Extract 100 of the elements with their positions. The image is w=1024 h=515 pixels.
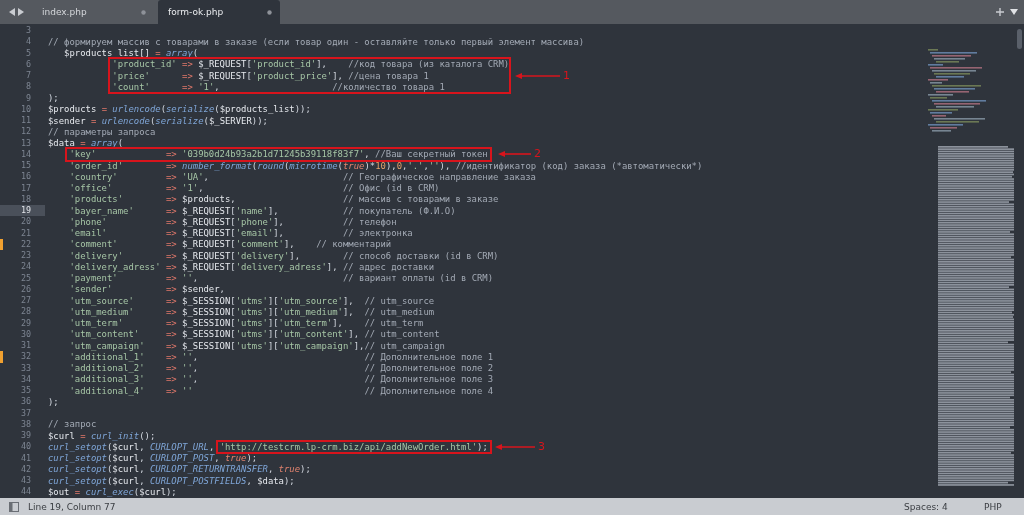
code-line: $out = curl_exec($curl); — [48, 486, 177, 497]
line-number: 5 — [25, 47, 31, 59]
line-number: 9 — [25, 92, 31, 104]
code-line: curl_setopt($curl, CURLOPT_POST, true); — [48, 453, 258, 464]
code-line: 'additional_2' => '', // Дополнительное поле 2 — [69, 363, 494, 374]
line-number: 13 — [20, 137, 31, 149]
line-number: 24 — [20, 261, 31, 273]
annotation-arrow — [495, 443, 535, 450]
line-number: 15 — [20, 160, 31, 172]
line-number: 39 — [20, 430, 31, 442]
code-line: 'utm_source' => $_SESSION['utms']['utm_source'], // utm_source — [69, 295, 435, 306]
line-number: 19 — [20, 205, 31, 217]
code-line: 'additional_1' => '', // Дополнительное поле 1 — [69, 351, 494, 362]
line-number: 10 — [20, 103, 31, 115]
line-number: 12 — [20, 126, 31, 138]
line-number: 28 — [20, 306, 31, 318]
code-line: curl_setopt($curl, CURLOPT_URL, — [48, 441, 216, 452]
annotation-arrow — [498, 151, 531, 158]
code-line: // запрос — [48, 419, 97, 430]
cursor-position: Line 19, Column 77 — [28, 501, 116, 512]
code-line: // параметры запроса — [48, 126, 156, 137]
dot-icon[interactable] — [141, 9, 146, 15]
line-number: 32 — [20, 351, 31, 363]
code-line: 'order_id' => number_format(round(microtime(true)*10),0,'.',''), //идентификатор (код) заказа (*автоматически*) — [69, 160, 703, 171]
line-number: 31 — [20, 340, 31, 352]
code-line: $data = array( — [48, 138, 124, 149]
line-number: 22 — [20, 238, 31, 250]
line-number: 34 — [20, 373, 31, 385]
code-line: $sender = urlencode(serialize($_SERVER)); — [48, 115, 268, 126]
line-number: 26 — [20, 283, 31, 295]
line-number: 3 — [25, 25, 31, 37]
line-number: 27 — [20, 295, 31, 307]
line-number: 14 — [20, 148, 31, 160]
line-number: 36 — [20, 396, 31, 408]
line-number: 41 — [20, 452, 31, 464]
code-line: 'phone' => $_REQUEST['phone'], // телефон — [69, 216, 397, 227]
line-number: 33 — [20, 362, 31, 374]
code-line: $products_list[] = array( — [64, 48, 199, 59]
line-number: 20 — [20, 216, 31, 228]
line-number: 44 — [20, 486, 31, 498]
code-line: 'country' => 'UA', // Географическое направление заказа — [69, 171, 536, 182]
forward-arrow-icon[interactable] — [18, 8, 24, 16]
line-number: 37 — [20, 407, 31, 419]
line-number: 43 — [20, 475, 31, 487]
panel-icon[interactable] — [9, 501, 19, 512]
line-number: 38 — [20, 418, 31, 430]
code-line: 'additional_4' => '' // Дополнительное поле 4 — [69, 385, 494, 396]
code-line: ); — [48, 396, 59, 407]
code-line: 'product_id' => $_REQUEST['product_id'], //код товара (из каталога CRM) — [112, 59, 510, 70]
code-line: 'products' => $products, // массив с товарами в заказе — [69, 194, 499, 205]
code-line: 'utm_campaign' => $_SESSION['utms']['utm_campaign'],// utm_campaign — [69, 340, 445, 351]
line-number: 17 — [20, 182, 31, 194]
annotation-label: 3 — [538, 440, 545, 453]
code-line: $curl = curl_init(); — [48, 430, 156, 441]
code-line: 'price' => $_REQUEST['product_price'], //цена товара 1 — [112, 70, 429, 81]
code-line: $products = urlencode(serialize($products_list)); — [48, 104, 311, 115]
line-number: 18 — [20, 193, 31, 205]
line-number: 21 — [20, 227, 31, 239]
code-line: 'comment' => $_REQUEST['comment'], // комментарий — [69, 239, 392, 250]
plus-icon[interactable] — [996, 8, 1004, 16]
code-line: 'delivery_adress' => $_REQUEST['delivery_adress'], // адрес доставки — [69, 261, 435, 272]
line-number: 40 — [20, 441, 31, 453]
line-number: 42 — [20, 463, 31, 475]
line-number: 6 — [25, 58, 31, 70]
line-number: 35 — [20, 385, 31, 397]
annotation-arrow — [515, 72, 560, 79]
line-number: 11 — [20, 115, 31, 127]
code-line: 'utm_medium' => $_SESSION['utms']['utm_medium'], // utm_medium — [69, 306, 435, 317]
line-number: 23 — [20, 250, 31, 262]
tab[interactable]: form-ok.php — [158, 0, 280, 24]
code-line: 'additional_3' => '', // Дополнительное поле 3 — [69, 374, 494, 385]
line-number: 7 — [25, 70, 31, 82]
annotation-label: 1 — [563, 69, 570, 82]
code-line: curl_setopt($curl, CURLOPT_POSTFIELDS, $data); — [48, 475, 295, 486]
back-arrow-icon[interactable] — [9, 8, 15, 16]
dropdown-icon[interactable] — [1010, 9, 1018, 15]
line-number: 25 — [20, 272, 31, 284]
highlighted-code: 'http://testcrm.lp-crm.biz/api/addNewOrder.html'); — [219, 441, 488, 452]
dot-icon[interactable] — [267, 9, 272, 15]
code-line: 'key' => '039b0d24b93a2b1d71245b39118f83f7', //Ваш секретный токен — [69, 149, 488, 160]
code-line: 'bayer_name' => $_REQUEST['name'], // покупатель (Ф.И.О) — [69, 205, 456, 216]
code-line: 'sender' => $sender, — [69, 284, 225, 295]
line-number: 30 — [20, 328, 31, 340]
code-line: 'email' => $_REQUEST['email'], // электронка — [69, 228, 413, 239]
line-number: 16 — [20, 171, 31, 183]
code-line: 'office' => '1', // Офис (id в CRM) — [69, 183, 440, 194]
code-line: 'utm_term' => $_SESSION['utms']['utm_term'], // utm_term — [69, 318, 424, 329]
indentation-setting[interactable]: Spaces: 4 — [904, 501, 984, 512]
line-number: 29 — [20, 317, 31, 329]
code-line: ); — [48, 93, 59, 104]
code-line: // формируем массив с товарами в заказе (если товар один - оставляйте только первый элемент массива) — [48, 36, 585, 47]
code-line: 'count' => '1', //количество товара 1 — [112, 81, 445, 92]
syntax-setting[interactable]: PHP — [984, 501, 1024, 512]
code-line: 'delivery' => $_REQUEST['delivery'], // способ доставки (id в CRM) — [69, 250, 499, 261]
line-number: 8 — [25, 81, 31, 93]
scrollbar-thumb[interactable] — [1017, 29, 1022, 49]
tab[interactable]: index.php — [32, 0, 154, 24]
line-number: 4 — [25, 36, 31, 48]
code-line: curl_setopt($curl, CURLOPT_RETURNTRANSFER, true); — [48, 464, 311, 475]
annotation-label: 2 — [534, 148, 541, 161]
